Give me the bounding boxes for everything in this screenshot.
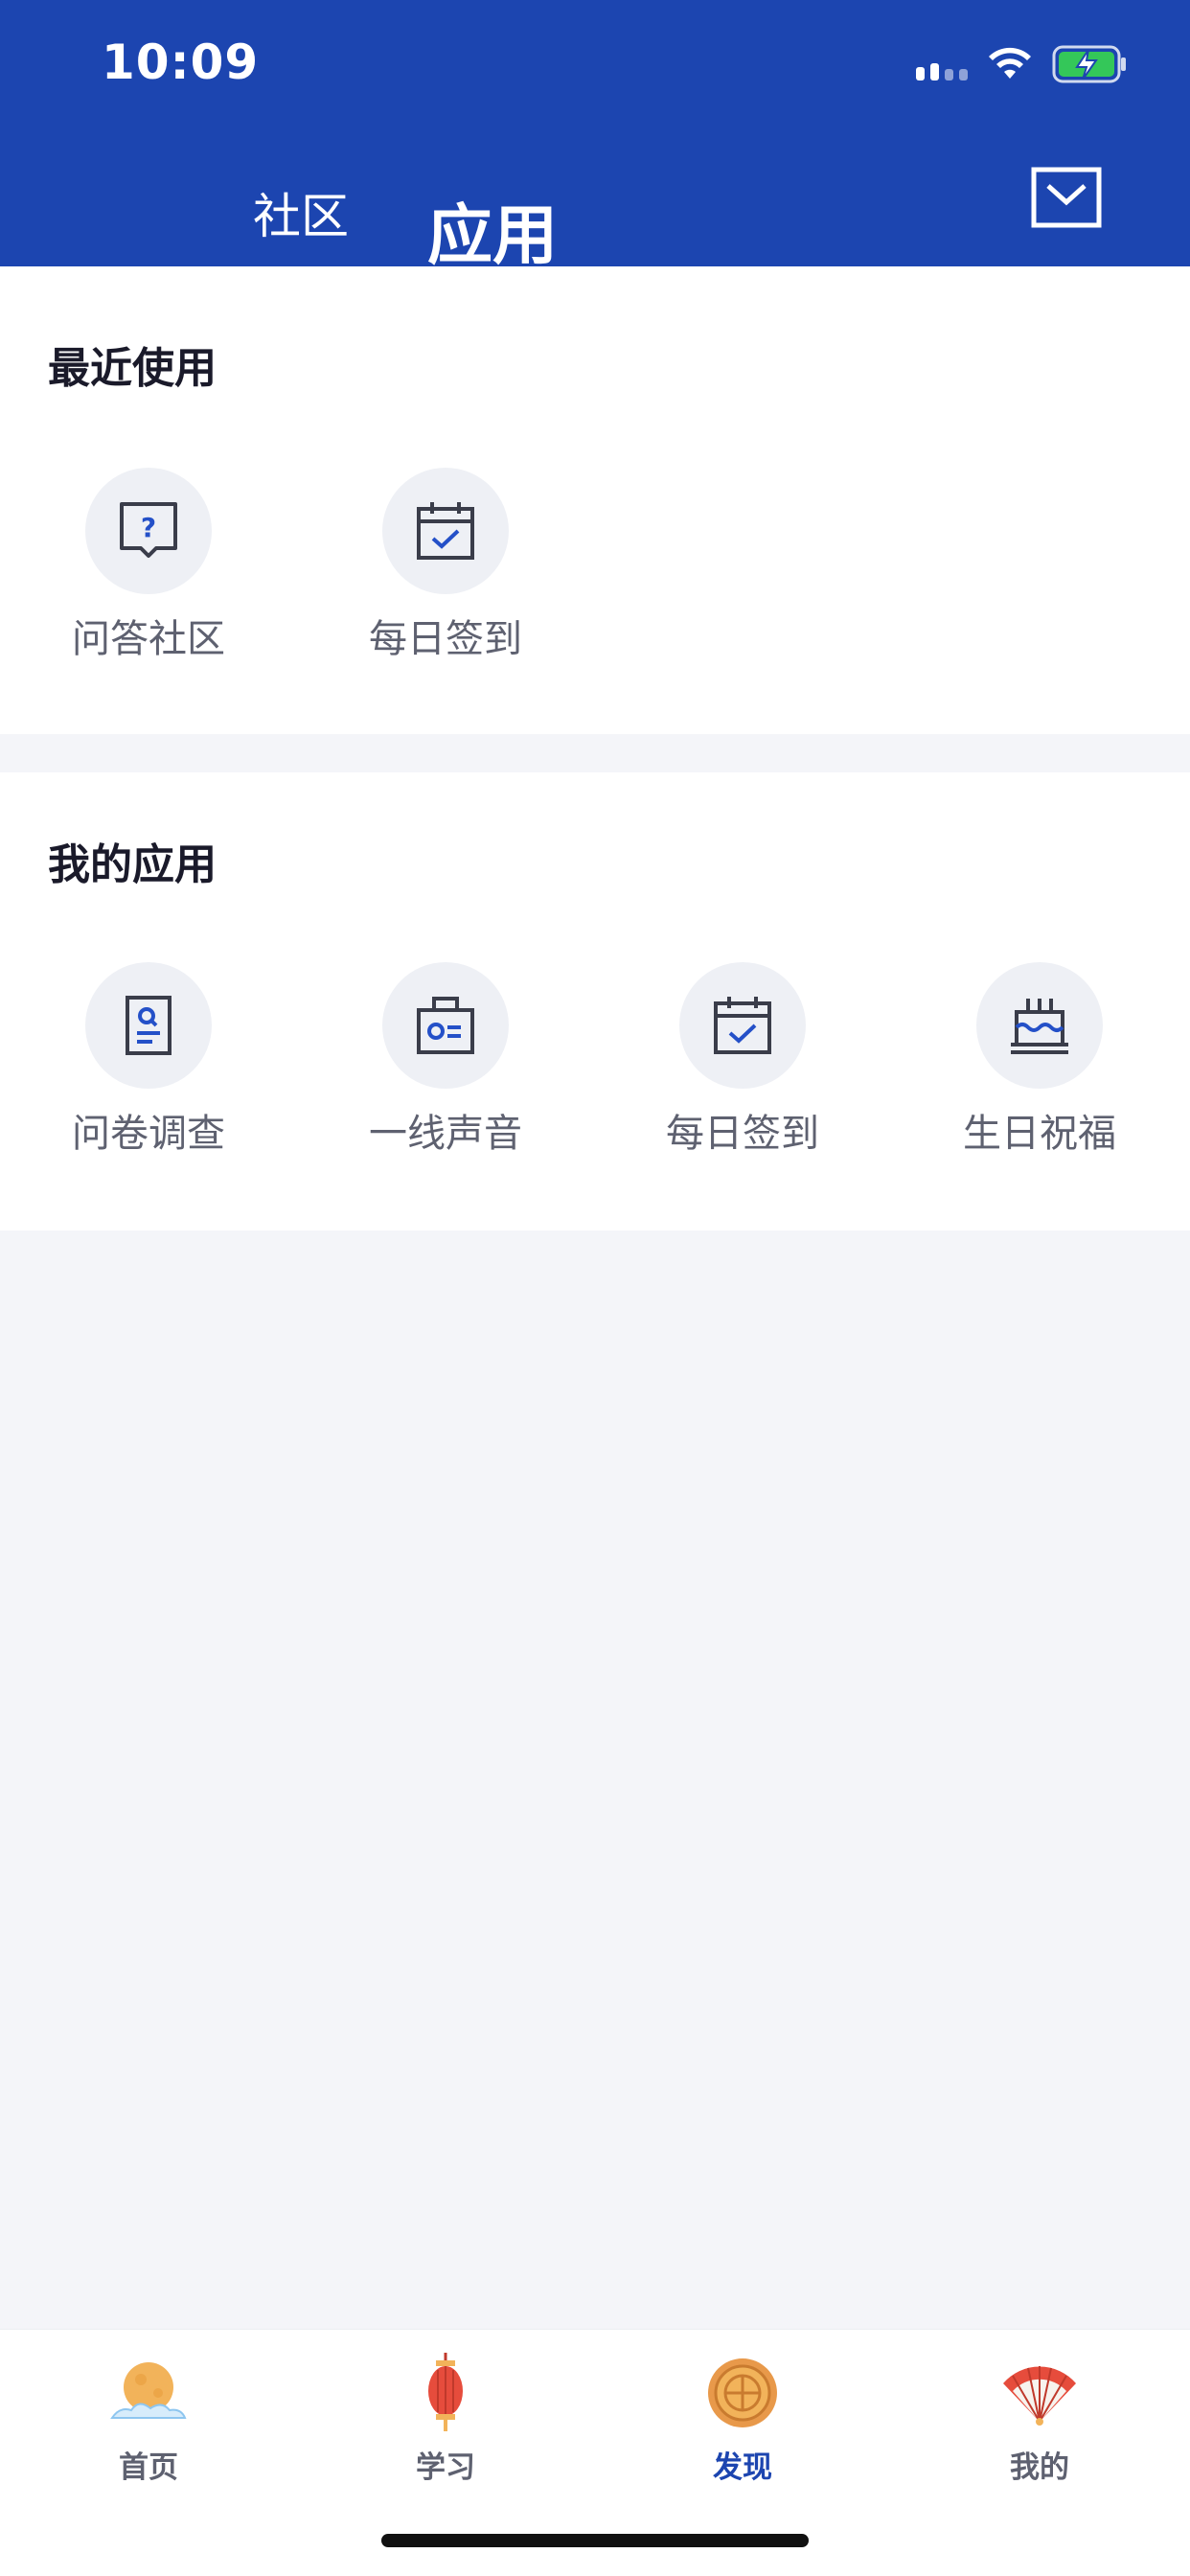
app-header: 10:09 社区 应用 bbox=[0, 0, 1190, 274]
app-label: 每日签到 bbox=[666, 1112, 819, 1156]
moon-cloud-icon bbox=[110, 2362, 187, 2419]
app-icon-bg bbox=[679, 962, 806, 1089]
home-indicator[interactable] bbox=[381, 2534, 809, 2547]
section-title-mine: 我的应用 bbox=[48, 840, 217, 889]
app-qa-community[interactable]: ? 问答社区 bbox=[53, 468, 244, 663]
mooncake-icon bbox=[708, 2358, 777, 2427]
nav-discover[interactable]: 发现 bbox=[647, 2349, 838, 2486]
app-label: 生日祝福 bbox=[963, 1112, 1116, 1156]
calendar-check-icon bbox=[417, 502, 474, 560]
recent-apps-section: 最近使用 ? 问答社区 每日签到 bbox=[0, 266, 1190, 734]
app-frontline-voice[interactable]: 一线声音 bbox=[350, 962, 541, 1158]
app-label: 一线声音 bbox=[369, 1112, 522, 1156]
section-title-recent: 最近使用 bbox=[48, 344, 217, 393]
lantern-icon bbox=[428, 2353, 463, 2431]
nav-mine[interactable]: 我的 bbox=[944, 2349, 1135, 2486]
app-icon-bg: ? bbox=[85, 468, 212, 594]
app-daily-checkin-2[interactable]: 每日签到 bbox=[647, 962, 838, 1158]
nav-home[interactable]: 首页 bbox=[53, 2349, 244, 2486]
app-icon-bg bbox=[85, 962, 212, 1089]
nav-label: 发现 bbox=[713, 2450, 772, 2485]
app-label: 问卷调查 bbox=[72, 1112, 225, 1156]
my-apps-section: 我的应用 问卷调查 一线声音 每日签到 生日祝福 bbox=[0, 772, 1190, 1230]
app-survey[interactable]: 问卷调查 bbox=[53, 962, 244, 1158]
id-card-icon bbox=[417, 997, 474, 1054]
app-label: 问答社区 bbox=[72, 617, 225, 661]
nav-label: 我的 bbox=[1010, 2450, 1069, 2485]
qa-bubble-icon: ? bbox=[120, 502, 177, 558]
app-icon-bg bbox=[382, 468, 509, 594]
svg-text:?: ? bbox=[141, 512, 156, 543]
app-icon-bg bbox=[382, 962, 509, 1089]
app-daily-checkin[interactable]: 每日签到 bbox=[350, 468, 541, 663]
folding-fan-icon bbox=[1003, 2366, 1076, 2426]
battery-icon bbox=[1052, 45, 1126, 83]
app-label: 每日签到 bbox=[369, 617, 522, 661]
birthday-cake-icon bbox=[1011, 999, 1068, 1054]
nav-label: 首页 bbox=[119, 2450, 178, 2485]
nav-label: 学习 bbox=[416, 2450, 475, 2485]
app-birthday-wishes[interactable]: 生日祝福 bbox=[944, 962, 1135, 1158]
survey-doc-icon bbox=[126, 996, 172, 1055]
tab-community[interactable]: 社区 bbox=[253, 178, 349, 247]
wifi-icon bbox=[989, 47, 1031, 79]
cellular-signal-icon bbox=[916, 63, 968, 80]
app-icon-bg bbox=[976, 962, 1103, 1089]
tab-apps[interactable]: 应用 bbox=[427, 182, 558, 277]
calendar-check-icon bbox=[714, 997, 771, 1054]
nav-study[interactable]: 学习 bbox=[350, 2349, 541, 2486]
status-time: 10:09 bbox=[102, 34, 260, 90]
mail-icon[interactable] bbox=[1031, 167, 1102, 228]
